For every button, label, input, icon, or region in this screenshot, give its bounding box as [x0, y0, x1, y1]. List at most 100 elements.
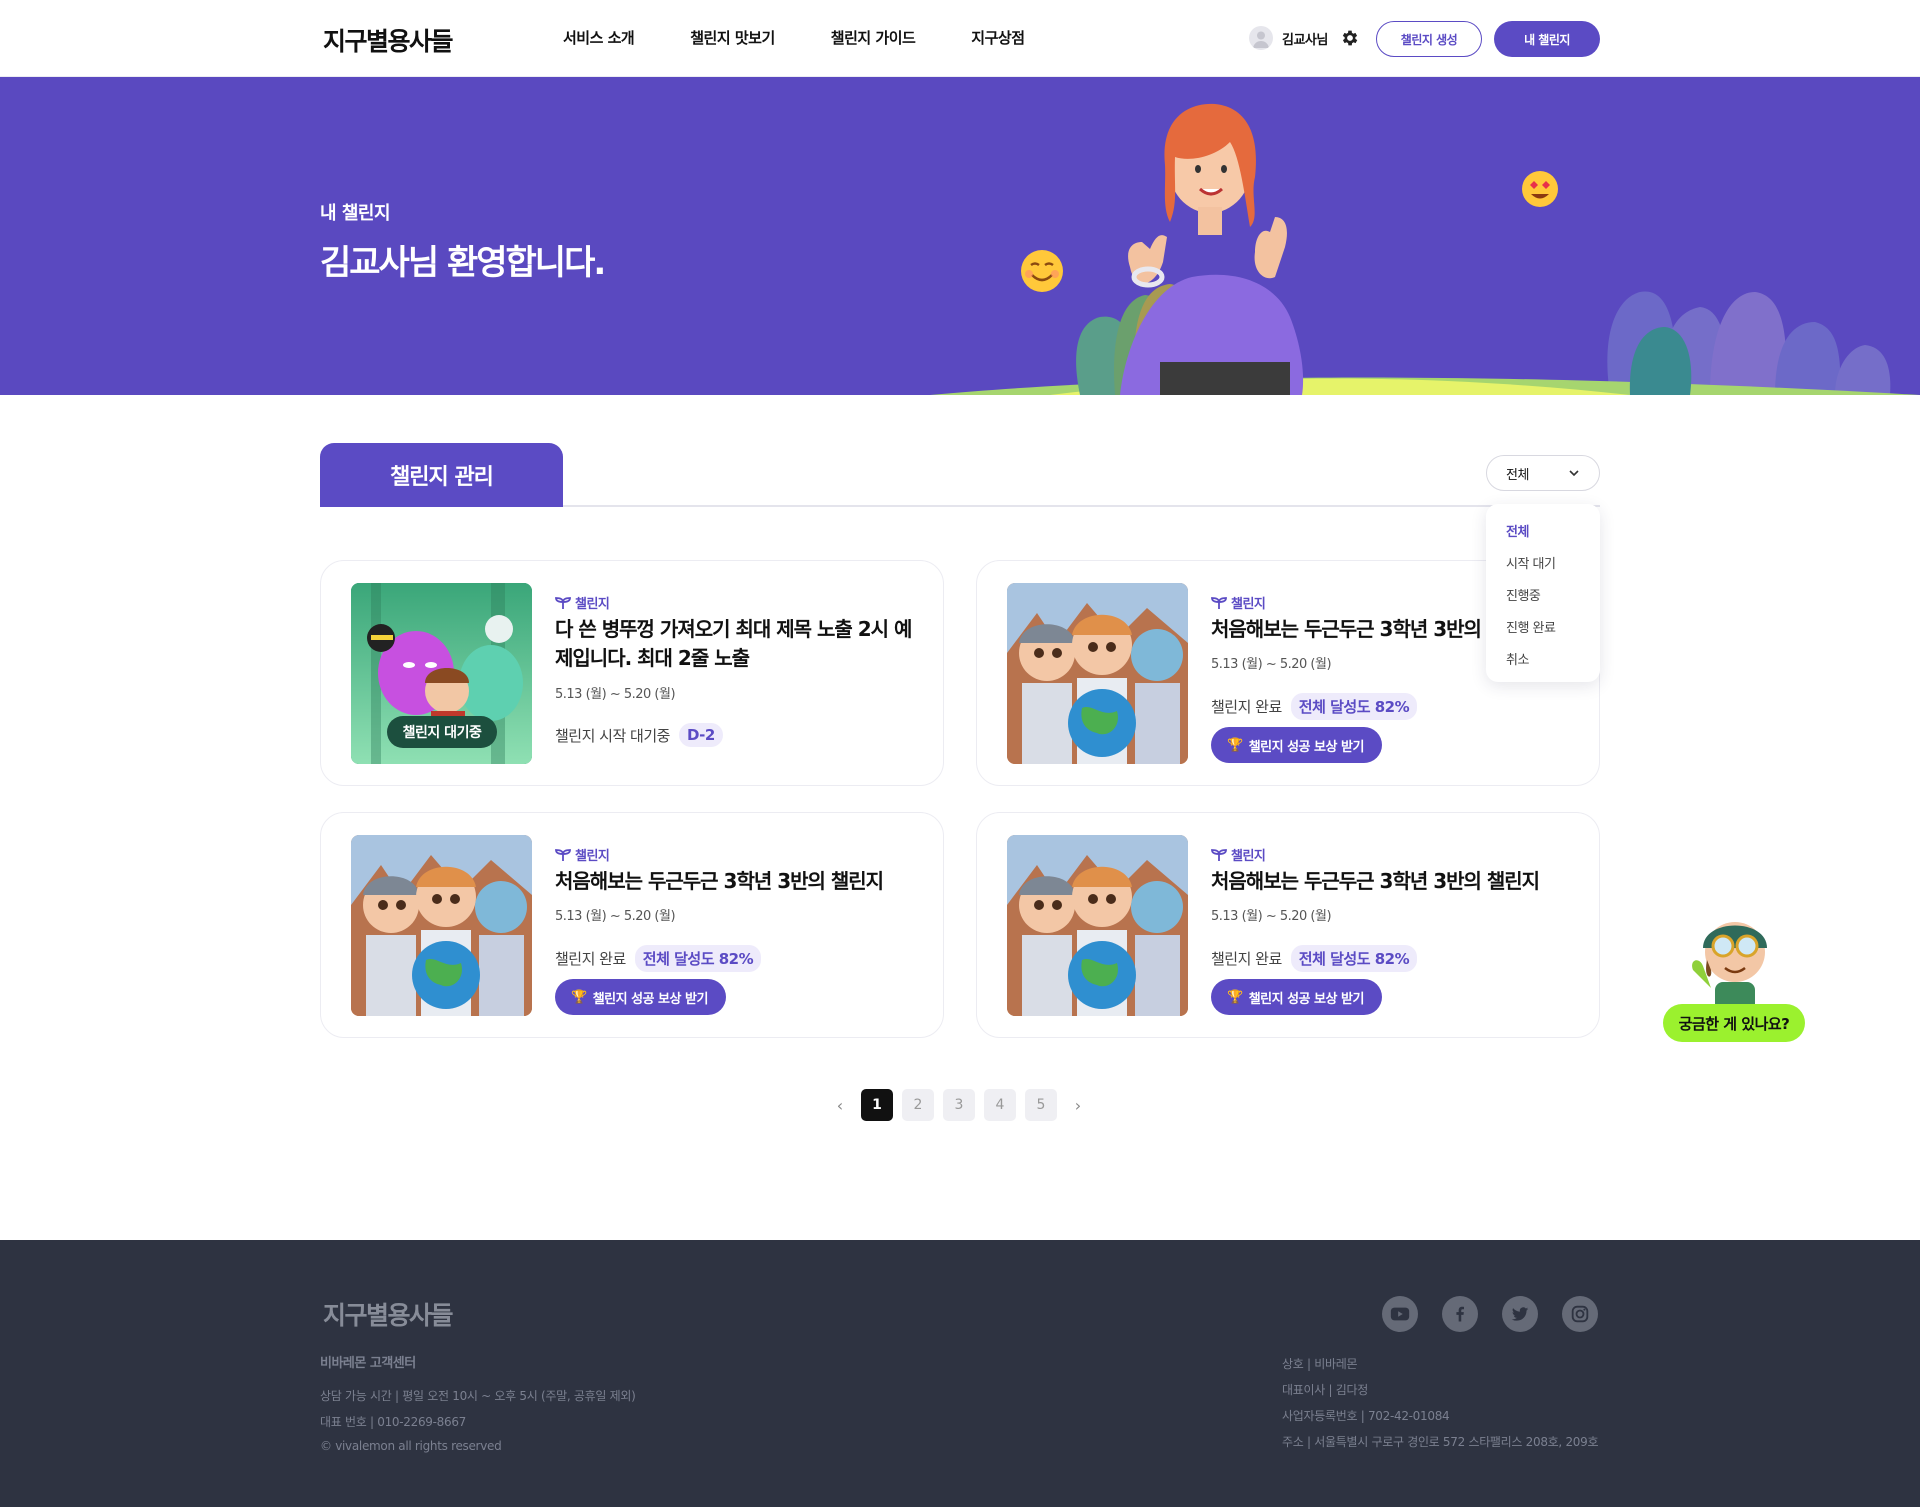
reward-label: 챌린지 성공 보상 받기 — [592, 991, 709, 1007]
support-title: 비바레몬 고객센터 — [320, 1356, 416, 1371]
sprout-icon — [1211, 848, 1227, 861]
thumb-waiting-label: 챌린지 대기중 — [387, 716, 497, 748]
nav-service-intro[interactable]: 서비스 소개 — [563, 27, 635, 48]
card-title[interactable]: 처음해보는 두근두근 3학년 3반의 챌린지 — [555, 867, 915, 896]
page-button-1[interactable]: 1 — [861, 1089, 893, 1121]
card-status: 챌린지 완료 — [1211, 950, 1282, 968]
hero-banner: 내 챌린지 김교사님 환영합니다. — [0, 77, 1920, 395]
filter-option-all[interactable]: 전체 — [1486, 521, 1600, 553]
page-button-4[interactable]: 4 — [984, 1089, 1016, 1121]
card-status: 챌린지 완료 — [555, 950, 626, 968]
prev-page-button[interactable]: ‹ — [828, 1089, 852, 1121]
reward-button[interactable]: 🏆 챌린지 성공 보상 받기 — [555, 979, 726, 1015]
status-filter-select[interactable]: 전체 — [1486, 455, 1600, 491]
filter-option-in-progress[interactable]: 진행중 — [1486, 585, 1600, 617]
business-number: 사업자등록번호 | 702-42-01084 — [1282, 1409, 1450, 1423]
nav-challenge-guide[interactable]: 챌린지 가이드 — [831, 27, 916, 48]
nav-challenge-preview[interactable]: 챌린지 맛보기 — [690, 27, 775, 48]
category-label: 챌린지 — [1231, 597, 1266, 612]
category-label: 챌린지 — [1231, 849, 1266, 864]
support-hours: 상담 가능 시간 | 평일 오전 10시 ~ 오후 5시 (주말, 공휴일 제외… — [320, 1389, 636, 1403]
footer-logo: 지구별용사들 — [323, 1301, 454, 1330]
pagination: ‹ 1 2 3 4 5 › — [828, 1089, 1090, 1121]
logo[interactable]: 지구별용사들 — [323, 22, 454, 58]
filter-option-completed[interactable]: 진행 완료 — [1486, 617, 1600, 649]
copyright: © vivalemon all rights reserved — [320, 1439, 502, 1453]
card-status: 챌린지 시작 대기중 — [555, 726, 670, 745]
footer: 지구별용사들 비바레몬 고객센터 상담 가능 시간 | 평일 오전 10시 ~ … — [0, 1240, 1920, 1507]
hero-illustration — [930, 103, 1920, 395]
hero-title: 김교사님 환영합니다. — [320, 243, 606, 283]
card-status-row: 챌린지 시작 대기중 D-2 — [555, 723, 723, 747]
card-title[interactable]: 처음해보는 두근두근 3학년 3반의 챌린지 — [1211, 867, 1571, 896]
card-date: 5.13 (월) ~ 5.20 (월) — [555, 909, 676, 924]
main-nav: 서비스 소개 챌린지 맛보기 챌린지 가이드 지구상점 — [563, 27, 1081, 48]
social-links — [1382, 1296, 1598, 1332]
tab-challenge-manage[interactable]: 챌린지 관리 — [320, 443, 563, 507]
achievement-badge: 전체 달성도 82% — [1290, 693, 1418, 720]
kids-globe-illustration — [1007, 835, 1188, 1016]
top-header: 지구별용사들 서비스 소개 챌린지 맛보기 챌린지 가이드 지구상점 김교사님 … — [0, 0, 1920, 77]
card-status-row: 챌린지 완료 전체 달성도 82% — [1211, 693, 1418, 720]
support-phone: 대표 번호 | 010-2269-8667 — [320, 1415, 466, 1429]
reward-button[interactable]: 🏆 챌린지 성공 보상 받기 — [1211, 979, 1382, 1015]
avatar[interactable] — [1249, 26, 1273, 50]
challenge-thumbnail — [351, 835, 532, 1016]
reward-button[interactable]: 🏆 챌린지 성공 보상 받기 — [1211, 727, 1382, 763]
card-date: 5.13 (월) ~ 5.20 (월) — [1211, 657, 1332, 672]
nav-earth-shop[interactable]: 지구상점 — [971, 27, 1025, 48]
footer-support: 비바레몬 고객센터 상담 가능 시간 | 평일 오전 10시 ~ 오후 5시 (… — [320, 1352, 636, 1465]
create-challenge-button[interactable]: 챌린지 생성 — [1376, 21, 1482, 57]
filter-option-waiting[interactable]: 시작 대기 — [1486, 553, 1600, 585]
challenge-card[interactable]: 챌린지 처음해보는 두근두근 3학년 3반의 챌린지 5.13 (월) ~ 5.… — [320, 812, 944, 1038]
kids-globe-illustration — [351, 835, 532, 1016]
card-category: 챌린지 — [1211, 593, 1266, 612]
help-button[interactable]: 궁금한 게 있나요? — [1663, 1004, 1805, 1042]
card-title[interactable]: 다 쓴 병뚜껑 가져오기 최대 제목 노출 2시 예제입니다. 최대 2줄 노출 — [555, 615, 915, 673]
trophy-icon: 🏆 — [1227, 989, 1243, 1005]
card-date: 5.13 (월) ~ 5.20 (월) — [1211, 909, 1332, 924]
page-button-5[interactable]: 5 — [1025, 1089, 1057, 1121]
sprout-icon — [1211, 596, 1227, 609]
company-info: 상호 | 비바레몬 대표이사 | 김다정 사업자등록번호 | 702-42-01… — [1282, 1355, 1600, 1459]
achievement-badge: 전체 달성도 82% — [634, 945, 762, 972]
next-page-button[interactable]: › — [1066, 1089, 1090, 1121]
challenge-thumbnail — [1007, 583, 1188, 764]
user-icon — [1253, 31, 1269, 48]
youtube-icon[interactable] — [1382, 1296, 1418, 1332]
category-label: 챌린지 — [575, 849, 610, 864]
twitter-icon[interactable] — [1502, 1296, 1538, 1332]
company-name: 상호 | 비바레몬 — [1282, 1357, 1358, 1371]
company-ceo: 대표이사 | 김다정 — [1282, 1383, 1368, 1397]
challenge-card[interactable]: 챌린지 처음해보는 두근두근 3학년 3반의 챌린지 5.13 (월) ~ 5.… — [976, 812, 1600, 1038]
achievement-badge: 전체 달성도 82% — [1290, 945, 1418, 972]
facebook-icon[interactable] — [1442, 1296, 1478, 1332]
trophy-icon: 🏆 — [1227, 737, 1243, 753]
user-name[interactable]: 김교사님 — [1282, 29, 1328, 48]
category-label: 챌린지 — [575, 597, 610, 612]
kids-globe-illustration — [1007, 583, 1188, 764]
card-date: 5.13 (월) ~ 5.20 (월) — [555, 687, 676, 702]
sprout-icon — [555, 596, 571, 609]
page-button-3[interactable]: 3 — [943, 1089, 975, 1121]
challenge-thumbnail: 챌린지 대기중 — [351, 583, 532, 764]
reward-label: 챌린지 성공 보상 받기 — [1248, 739, 1365, 755]
reward-label: 챌린지 성공 보상 받기 — [1248, 991, 1365, 1007]
gear-icon[interactable] — [1340, 28, 1360, 48]
card-status-row: 챌린지 완료 전체 달성도 82% — [1211, 945, 1418, 972]
card-status-row: 챌린지 완료 전체 달성도 82% — [555, 945, 762, 972]
challenge-card[interactable]: 챌린지 대기중 챌린지 다 쓴 병뚜껑 가져오기 최대 제목 노출 2시 예제입… — [320, 560, 944, 786]
page-button-2[interactable]: 2 — [902, 1089, 934, 1121]
my-challenge-button[interactable]: 내 챌린지 — [1494, 21, 1600, 57]
trophy-icon: 🏆 — [571, 989, 587, 1005]
company-address: 주소 | 서울특별시 구로구 경인로 572 스타팰리스 208호, 209호 — [1282, 1435, 1599, 1449]
filter-selected-value: 전체 — [1506, 467, 1529, 483]
hero-subtitle: 내 챌린지 — [320, 203, 391, 224]
user-menu[interactable]: 김교사님 — [1249, 26, 1360, 50]
filter-option-cancelled[interactable]: 취소 — [1486, 649, 1600, 681]
instagram-icon[interactable] — [1562, 1296, 1598, 1332]
status-filter-dropdown: 전체 시작 대기 진행중 진행 완료 취소 — [1486, 504, 1600, 682]
challenge-thumbnail — [1007, 835, 1188, 1016]
card-category: 챌린지 — [555, 593, 610, 612]
card-category: 챌린지 — [1211, 845, 1266, 864]
